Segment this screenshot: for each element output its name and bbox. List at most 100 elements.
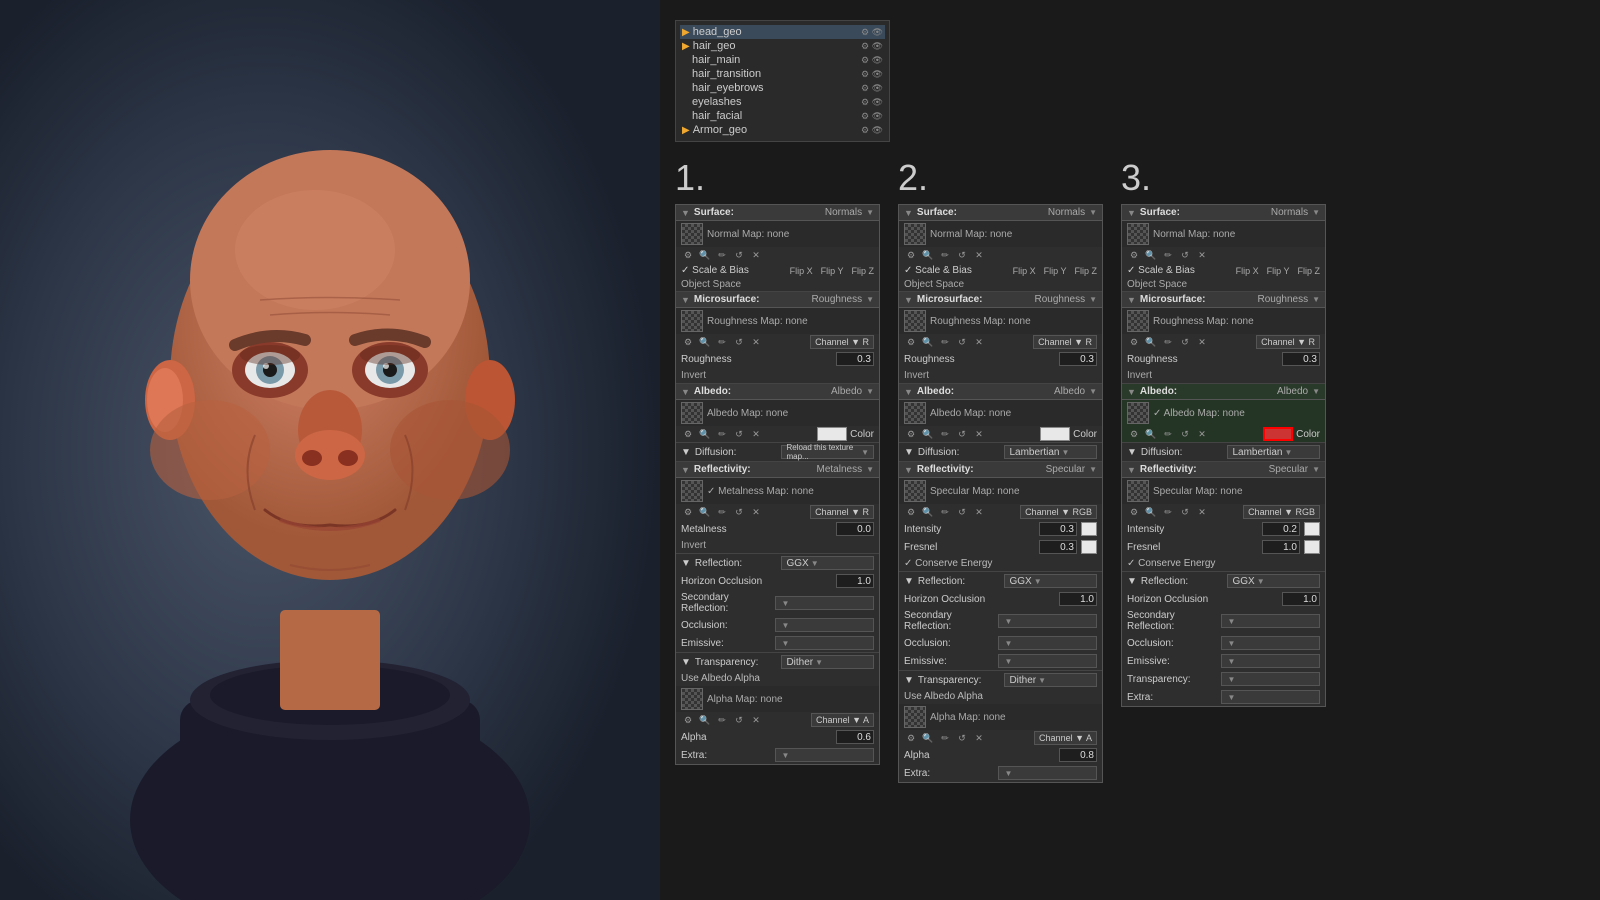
reset-icon[interactable]: ↺ (732, 248, 746, 262)
reflection-dropdown[interactable]: GGX ▼ (1227, 574, 1320, 588)
emissive-dropdown[interactable]: ▼ (998, 654, 1098, 668)
reset-icon[interactable]: ↺ (1178, 427, 1192, 441)
search-icon[interactable]: 🔍 (698, 713, 712, 727)
occlusion-dropdown[interactable]: ▼ (775, 618, 875, 632)
collapse-arrow[interactable]: ▼ (1127, 576, 1137, 587)
extra-dropdown[interactable]: ▼ (775, 748, 875, 762)
collapse-arrow[interactable]: ▼ (904, 576, 914, 587)
edit-icon[interactable]: ✏ (938, 335, 952, 349)
reset-icon[interactable]: ↺ (1178, 505, 1192, 519)
flip-y-btn[interactable]: Flip Y (1044, 266, 1067, 276)
delete-icon[interactable]: ✕ (972, 427, 986, 441)
collapse-arrow[interactable]: ▼ (904, 387, 913, 397)
gear-icon[interactable]: ⚙ (681, 713, 695, 727)
flip-x-btn[interactable]: Flip X (790, 266, 813, 276)
occlusion-dropdown[interactable]: ▼ (998, 636, 1098, 650)
fresnel-value-field[interactable]: 0.3 (1039, 540, 1077, 554)
reset-icon[interactable]: ↺ (1178, 248, 1192, 262)
flip-z-btn[interactable]: Flip Z (1075, 266, 1098, 276)
emissive-dropdown[interactable]: ▼ (1221, 654, 1321, 668)
albedo-dropdown[interactable]: ▼ (1312, 387, 1320, 396)
diffusion-dropdown[interactable]: Reload this texture map... ▼ (781, 445, 874, 459)
tree-item-hair-eyebrows[interactable]: hair_eyebrows ⚙ 👁 (680, 81, 885, 95)
delete-icon[interactable]: ✕ (749, 427, 763, 441)
transparency-dropdown[interactable]: ▼ (1221, 672, 1321, 686)
metalness-dropdown[interactable]: ▼ (866, 465, 874, 474)
channel-btn[interactable]: Channel ▼ R (1256, 335, 1320, 349)
gear-icon[interactable]: ⚙ (681, 248, 695, 262)
reset-icon[interactable]: ↺ (732, 713, 746, 727)
edit-icon[interactable]: ✏ (1161, 427, 1175, 441)
edit-icon[interactable]: ✏ (1161, 248, 1175, 262)
channel-btn[interactable]: Channel ▼ R (810, 335, 874, 349)
delete-icon[interactable]: ✕ (749, 248, 763, 262)
collapse-arrow[interactable]: ▼ (904, 675, 914, 686)
delete-icon[interactable]: ✕ (972, 335, 986, 349)
flip-z-btn[interactable]: Flip Z (1298, 266, 1321, 276)
reset-icon[interactable]: ↺ (955, 427, 969, 441)
tree-item-hair-geo[interactable]: ▶ hair_geo ⚙ 👁 (680, 39, 885, 53)
collapse-arrow[interactable]: ▼ (904, 447, 914, 458)
fresnel-value-field[interactable]: 1.0 (1262, 540, 1300, 554)
albedo-dropdown[interactable]: ▼ (866, 387, 874, 396)
delete-icon[interactable]: ✕ (972, 505, 986, 519)
occlusion-dropdown[interactable]: ▼ (1221, 636, 1321, 650)
reflection-dropdown[interactable]: GGX ▼ (1004, 574, 1097, 588)
albedo-dropdown[interactable]: ▼ (1089, 387, 1097, 396)
tree-item-hair-main[interactable]: hair_main ⚙ 👁 (680, 53, 885, 67)
channel-btn[interactable]: Channel ▼ RGB (1243, 505, 1320, 519)
collapse-arrow[interactable]: ▼ (904, 295, 913, 305)
diffusion-dropdown[interactable]: Lambertian ▼ (1227, 445, 1320, 459)
collapse-arrow[interactable]: ▼ (1127, 447, 1137, 458)
horizon-value-field[interactable]: 1.0 (836, 574, 874, 588)
collapse-arrow[interactable]: ▼ (681, 558, 691, 569)
transparency-dropdown[interactable]: Dither ▼ (781, 655, 874, 669)
edit-icon[interactable]: ✏ (715, 335, 729, 349)
albedo-color-swatch-2[interactable] (1040, 427, 1070, 441)
roughness-dropdown[interactable]: ▼ (866, 295, 874, 304)
search-icon[interactable]: 🔍 (698, 427, 712, 441)
metalness-value-field[interactable]: 0.0 (836, 522, 874, 536)
edit-icon[interactable]: ✏ (715, 505, 729, 519)
emissive-dropdown[interactable]: ▼ (775, 636, 875, 650)
search-icon[interactable]: 🔍 (1144, 248, 1158, 262)
secondary-reflection-dropdown[interactable]: ▼ (775, 596, 875, 610)
edit-icon[interactable]: ✏ (1161, 505, 1175, 519)
search-icon[interactable]: 🔍 (921, 505, 935, 519)
intensity-value-field[interactable]: 0.2 (1262, 522, 1300, 536)
gear-icon[interactable]: ⚙ (904, 731, 918, 745)
delete-icon[interactable]: ✕ (972, 248, 986, 262)
delete-icon[interactable]: ✕ (749, 713, 763, 727)
extra-dropdown[interactable]: ▼ (1221, 690, 1321, 704)
gear-icon[interactable]: ⚙ (904, 427, 918, 441)
search-icon[interactable]: 🔍 (921, 731, 935, 745)
transparency-dropdown[interactable]: Dither ▼ (1004, 673, 1097, 687)
delete-icon[interactable]: ✕ (749, 505, 763, 519)
alpha-value-field[interactable]: 0.6 (836, 730, 874, 744)
delete-icon[interactable]: ✕ (1195, 427, 1209, 441)
search-icon[interactable]: 🔍 (698, 335, 712, 349)
collapse-arrow[interactable]: ▼ (904, 465, 913, 475)
collapse-arrow[interactable]: ▼ (681, 447, 691, 458)
gear-icon[interactable]: ⚙ (904, 248, 918, 262)
collapse-arrow[interactable]: ▼ (681, 295, 690, 305)
intensity-value-field[interactable]: 0.3 (1039, 522, 1077, 536)
edit-icon[interactable]: ✏ (938, 248, 952, 262)
reset-icon[interactable]: ↺ (732, 335, 746, 349)
collapse-arrow[interactable]: ▼ (1127, 387, 1136, 397)
edit-icon[interactable]: ✏ (938, 427, 952, 441)
diffusion-dropdown[interactable]: Lambertian ▼ (1004, 445, 1097, 459)
search-icon[interactable]: 🔍 (1144, 505, 1158, 519)
gear-icon[interactable]: ⚙ (681, 335, 695, 349)
collapse-arrow[interactable]: ▼ (904, 208, 913, 218)
collapse-arrow[interactable]: ▼ (681, 657, 691, 668)
flip-z-btn[interactable]: Flip Z (852, 266, 875, 276)
specular-dropdown[interactable]: ▼ (1312, 465, 1320, 474)
edit-icon[interactable]: ✏ (938, 505, 952, 519)
delete-icon[interactable]: ✕ (1195, 248, 1209, 262)
tree-item-hair-transition[interactable]: hair_transition ⚙ 👁 (680, 67, 885, 81)
normals-dropdown[interactable]: ▼ (1089, 208, 1097, 217)
search-icon[interactable]: 🔍 (1144, 335, 1158, 349)
delete-icon[interactable]: ✕ (972, 731, 986, 745)
collapse-arrow[interactable]: ▼ (681, 208, 690, 218)
